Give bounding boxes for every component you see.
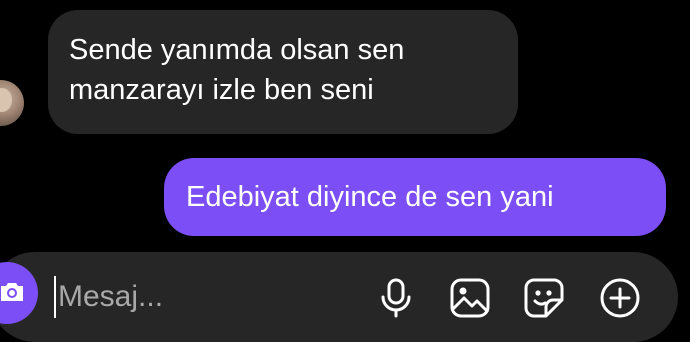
sticker-icon (524, 278, 564, 318)
incoming-message-text: Sende yanımda olsan sen manzarayı izle b… (69, 34, 405, 106)
text-caret (54, 276, 56, 318)
gallery-button[interactable] (448, 276, 492, 320)
camera-icon (1, 283, 23, 301)
sticker-button[interactable] (522, 276, 566, 320)
add-button[interactable] (598, 276, 642, 320)
microphone-icon (381, 278, 411, 318)
avatar[interactable] (0, 80, 24, 126)
incoming-message-bubble[interactable]: Sende yanımda olsan sen manzarayı izle b… (48, 10, 518, 134)
avatar-face (0, 88, 12, 112)
add-icon (600, 278, 640, 318)
outgoing-message-bubble[interactable]: Edebiyat diyince de sen yani (164, 158, 666, 236)
outgoing-message-text: Edebiyat diyince de sen yani (186, 181, 554, 213)
microphone-button[interactable] (374, 276, 418, 320)
image-icon (450, 278, 490, 318)
message-input[interactable] (58, 274, 358, 320)
